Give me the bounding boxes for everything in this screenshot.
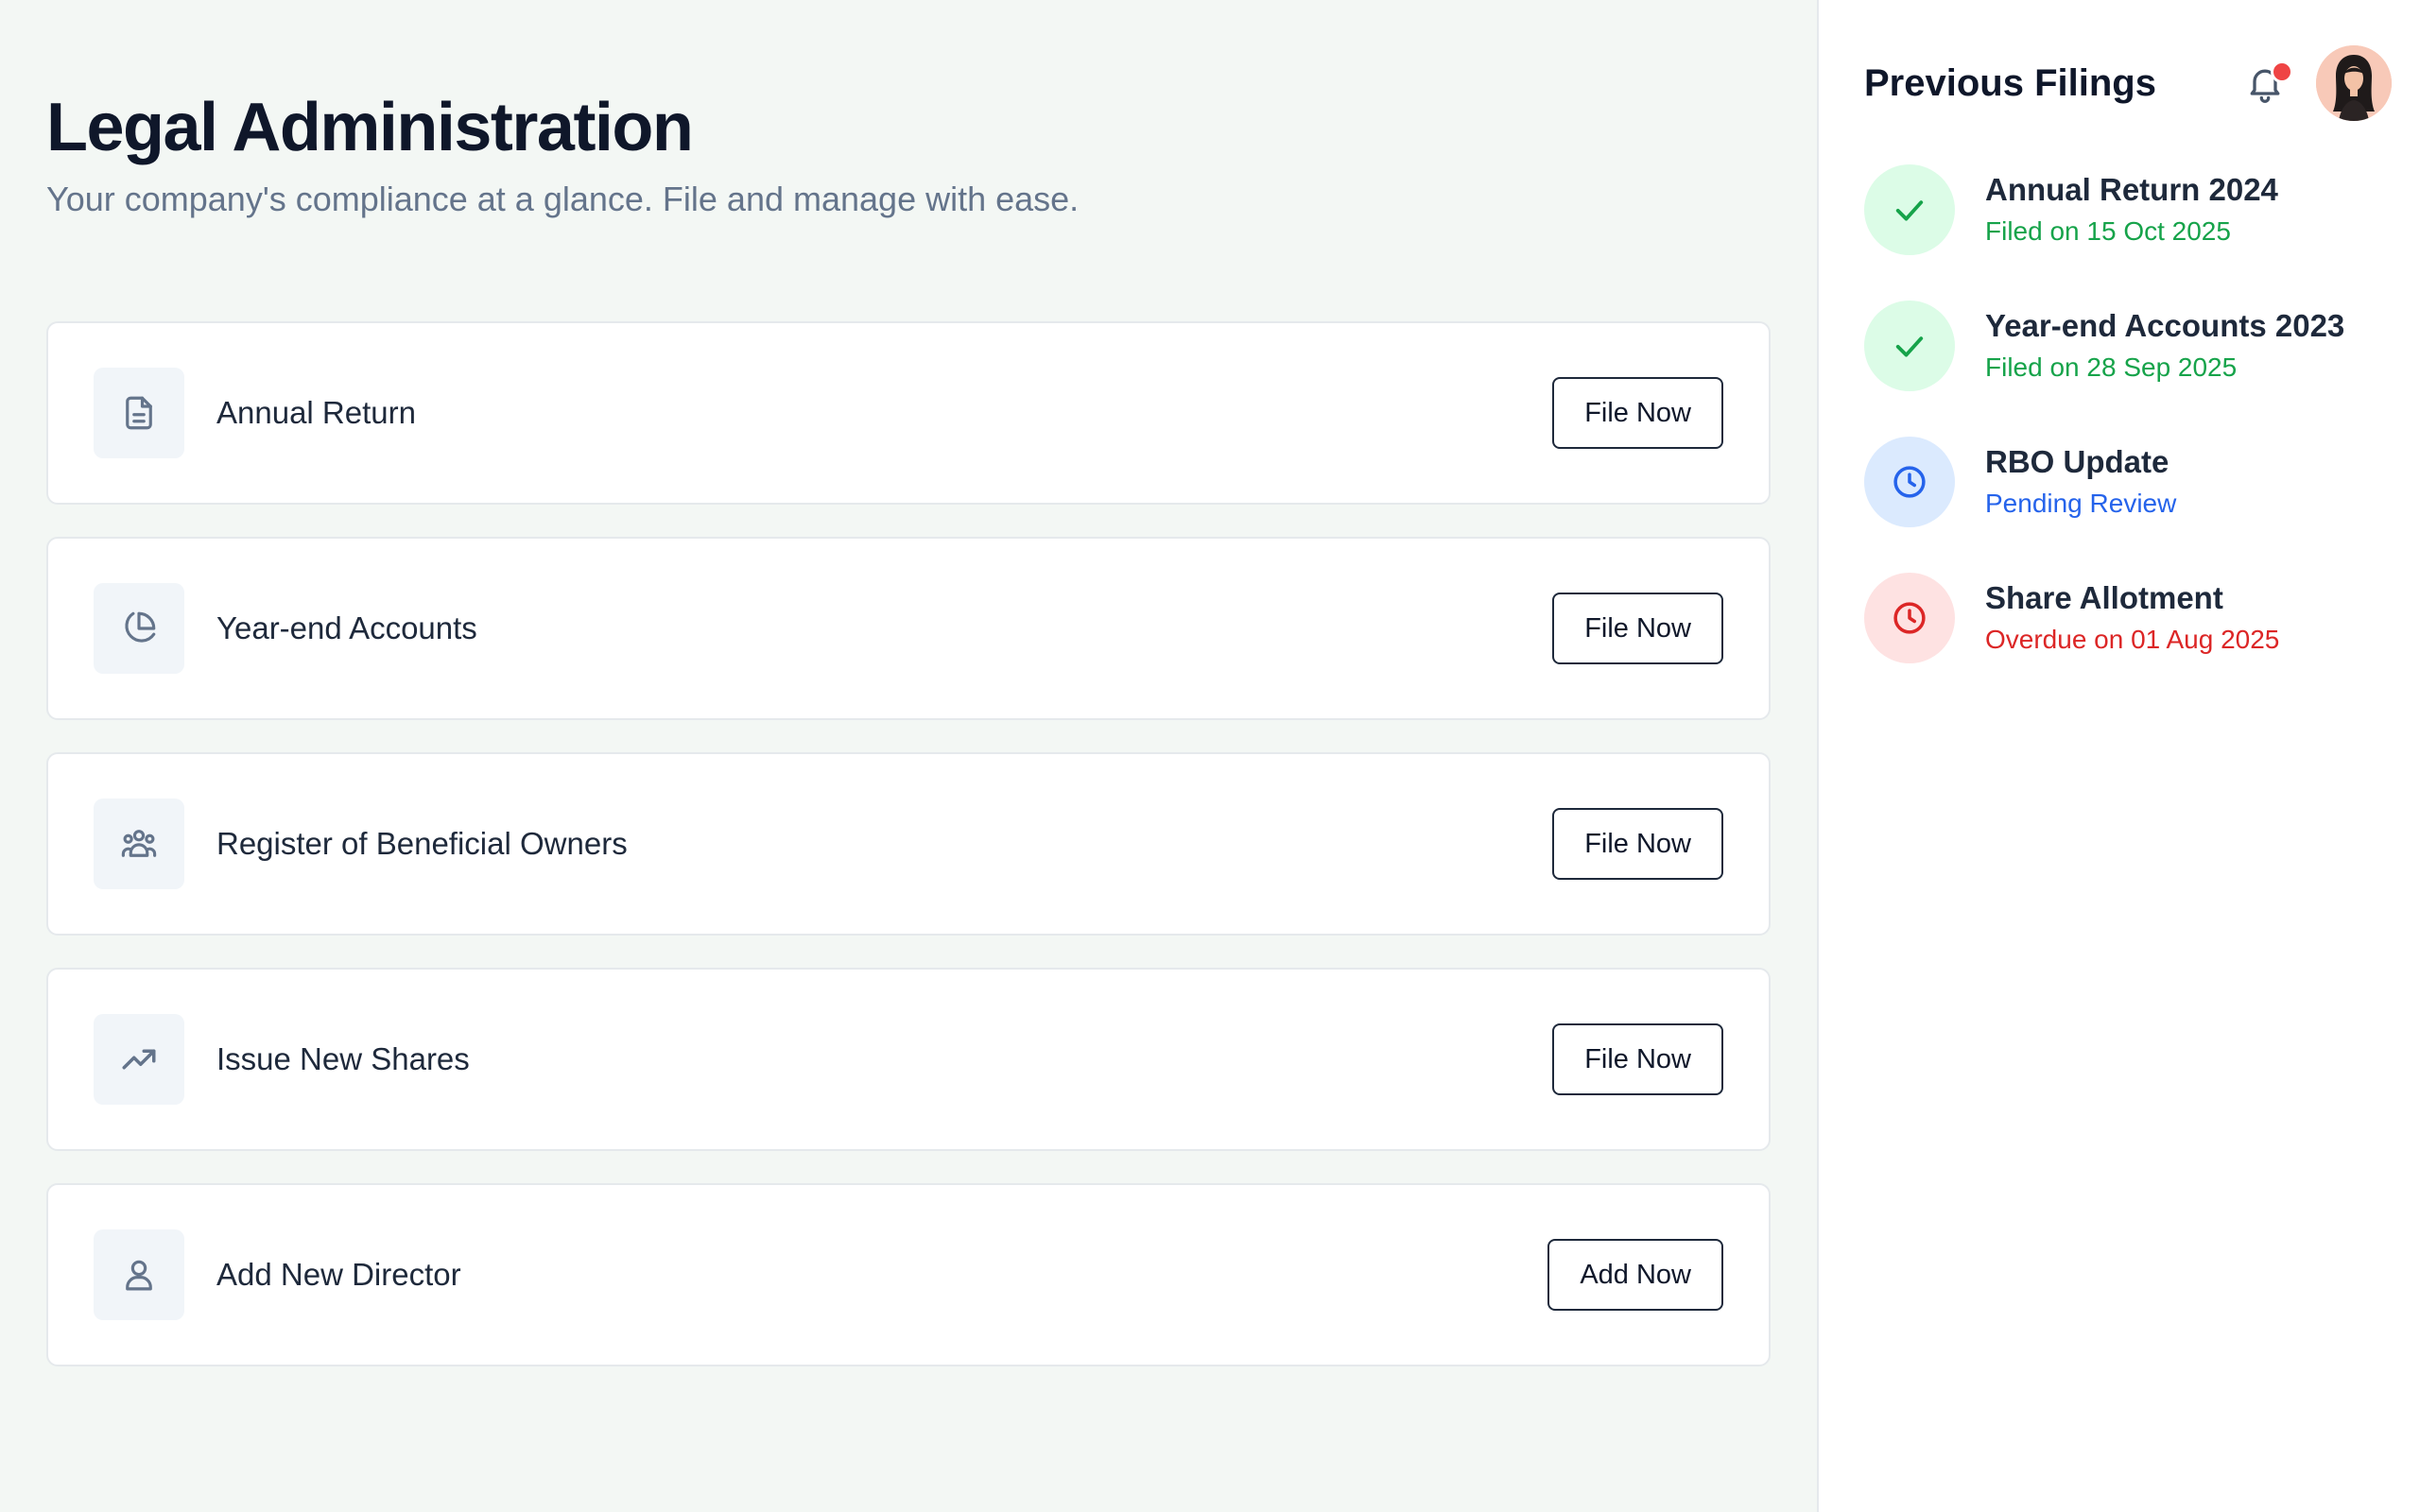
filing-text: Year-end Accounts 2023 Filed on 28 Sep 2… bbox=[1985, 305, 2344, 387]
filing-status: Pending Review bbox=[1985, 489, 2177, 518]
add-now-button[interactable]: Add Now bbox=[1547, 1239, 1723, 1311]
app-root: Legal Administration Your company's comp… bbox=[0, 0, 2420, 1512]
clock-icon bbox=[1864, 437, 1955, 527]
task-label: Issue New Shares bbox=[216, 1041, 470, 1076]
sidebar-title: Previous Filings bbox=[1864, 61, 2156, 104]
notifications-button[interactable] bbox=[2238, 57, 2293, 110]
filing-title: Share Allotment bbox=[1985, 580, 2223, 615]
task-card-add-new-director: Add New Director Add Now bbox=[46, 1183, 1771, 1366]
main-content: Legal Administration Your company's comp… bbox=[0, 0, 1817, 1512]
users-group-icon bbox=[94, 799, 184, 889]
user-icon bbox=[94, 1229, 184, 1320]
task-card-annual-return: Annual Return File Now bbox=[46, 321, 1771, 505]
document-icon bbox=[94, 368, 184, 458]
check-icon bbox=[1864, 164, 1955, 255]
task-label: Add New Director bbox=[216, 1257, 461, 1292]
user-avatar-icon bbox=[2316, 45, 2392, 121]
pie-chart-icon bbox=[94, 583, 184, 674]
page-title: Legal Administration bbox=[46, 90, 694, 165]
filing-item-year-end-accounts-2023[interactable]: Year-end Accounts 2023 Filed on 28 Sep 2… bbox=[1864, 301, 2392, 391]
filing-list: Annual Return 2024 Filed on 15 Oct 2025 … bbox=[1864, 164, 2392, 663]
check-icon bbox=[1864, 301, 1955, 391]
task-card-issue-new-shares: Issue New Shares File Now bbox=[46, 968, 1771, 1151]
sidebar-header: Previous Filings bbox=[1864, 42, 2392, 125]
task-card-year-end-accounts: Year-end Accounts File Now bbox=[46, 537, 1771, 720]
file-now-button[interactable]: File Now bbox=[1552, 377, 1723, 449]
filing-item-annual-return-2024[interactable]: Annual Return 2024 Filed on 15 Oct 2025 bbox=[1864, 164, 2392, 255]
file-now-button[interactable]: File Now bbox=[1552, 808, 1723, 880]
filing-item-share-allotment[interactable]: Share Allotment Overdue on 01 Aug 2025 bbox=[1864, 573, 2392, 663]
task-label: Register of Beneficial Owners bbox=[216, 826, 628, 861]
filing-title: RBO Update bbox=[1985, 444, 2169, 479]
task-list: Annual Return File Now Year-end Accounts… bbox=[46, 321, 1771, 1366]
filing-status: Filed on 15 Oct 2025 bbox=[1985, 216, 2231, 246]
filing-text: RBO Update Pending Review bbox=[1985, 441, 2176, 523]
task-label: Annual Return bbox=[216, 395, 416, 430]
filing-item-rbo-update[interactable]: RBO Update Pending Review bbox=[1864, 437, 2392, 527]
task-card-beneficial-owners: Register of Beneficial Owners File Now bbox=[46, 752, 1771, 936]
file-now-button[interactable]: File Now bbox=[1552, 1023, 1723, 1095]
file-now-button[interactable]: File Now bbox=[1552, 593, 1723, 664]
page-subtitle: Your company's compliance at a glance. F… bbox=[46, 180, 1080, 218]
filing-text: Share Allotment Overdue on 01 Aug 2025 bbox=[1985, 577, 2279, 659]
filing-status: Filed on 28 Sep 2025 bbox=[1985, 352, 2238, 382]
filing-title: Annual Return 2024 bbox=[1985, 172, 2278, 207]
filing-title: Year-end Accounts 2023 bbox=[1985, 308, 2345, 343]
avatar[interactable] bbox=[2316, 45, 2392, 121]
filing-text: Annual Return 2024 Filed on 15 Oct 2025 bbox=[1985, 169, 2278, 250]
trending-up-icon bbox=[94, 1014, 184, 1105]
clock-icon bbox=[1864, 573, 1955, 663]
task-label: Year-end Accounts bbox=[216, 610, 477, 645]
notification-badge bbox=[2271, 60, 2293, 83]
filing-status: Overdue on 01 Aug 2025 bbox=[1985, 625, 2280, 654]
previous-filings-sidebar: Previous Filings Annual Return 2024 File… bbox=[1817, 0, 2420, 1512]
